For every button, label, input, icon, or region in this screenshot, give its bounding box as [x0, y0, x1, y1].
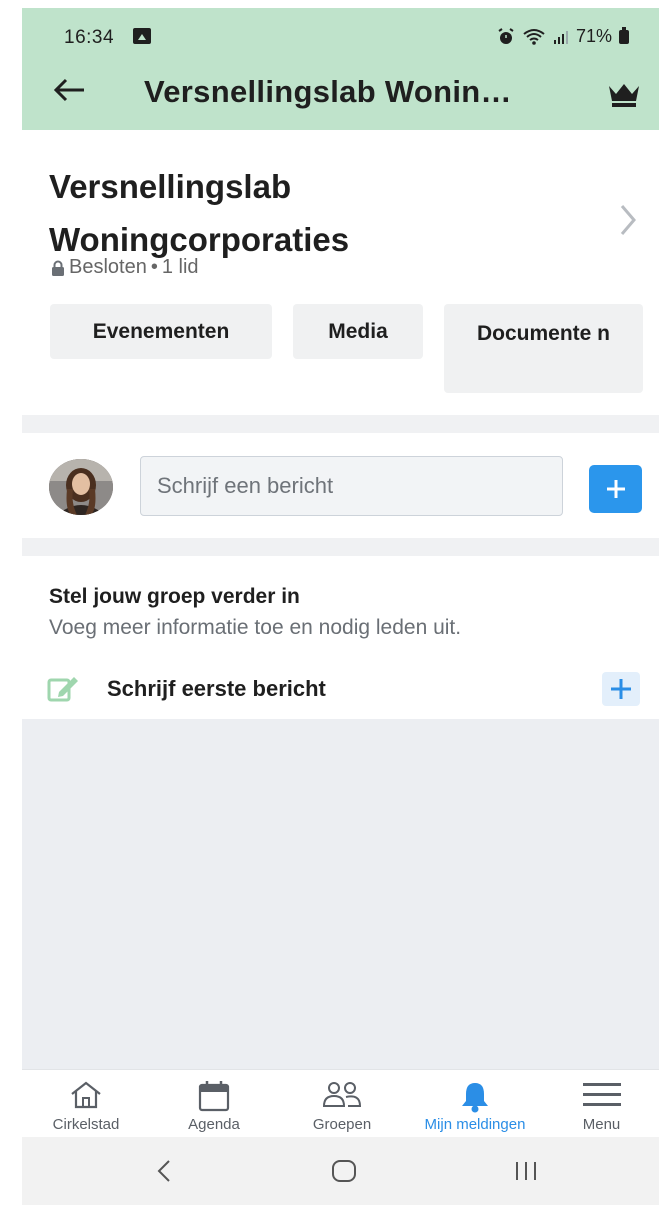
section-divider — [22, 538, 659, 556]
group-info: Versnellingslab Woningcorporaties Beslot… — [22, 130, 659, 415]
compose-input[interactable]: Schrijf een bericht — [140, 456, 563, 516]
nav-item-agenda[interactable]: Agenda — [150, 1070, 278, 1138]
nav-item-menu[interactable]: Menu — [544, 1070, 659, 1138]
group-members[interactable]: 1 lid — [162, 256, 199, 279]
section-divider — [22, 415, 659, 433]
group-meta: Besloten • 1 lid — [51, 256, 199, 279]
feed-empty-area — [22, 719, 659, 1069]
nav-label: Mijn meldingen — [424, 1116, 526, 1133]
status-bar: 16:34 71% — [22, 8, 659, 66]
chevron-right-icon[interactable] — [618, 202, 638, 238]
system-home-icon[interactable] — [330, 1153, 358, 1189]
add-post-button[interactable] — [589, 465, 642, 513]
top-bar: 16:34 71% Versnellingslab Wonin… — [22, 8, 659, 130]
system-nav-bar — [22, 1137, 659, 1205]
media-chip[interactable]: Media — [293, 304, 423, 359]
avatar[interactable] — [49, 459, 113, 515]
app-screen: 16:34 71% Versnellingslab Wonin… Versnel… — [22, 8, 659, 1205]
setup-subtitle: Voeg meer informatie toe en nodig leden … — [49, 616, 462, 639]
nav-label: Cirkelstad — [52, 1116, 120, 1133]
hamburger-icon — [582, 1083, 621, 1106]
image-icon — [133, 28, 151, 44]
nav-item-cirkelstad[interactable]: Cirkelstad — [22, 1070, 150, 1138]
compose-row: Schrijf een bericht — [22, 433, 659, 538]
home-icon — [71, 1081, 101, 1109]
battery-percent: 71% — [575, 26, 612, 46]
first-post-label: Schrijf eerste bericht — [107, 676, 326, 701]
status-time: 16:34 — [64, 27, 115, 48]
setup-section: Stel jouw groep verder in Voeg meer info… — [22, 556, 659, 719]
alarm-icon — [498, 27, 514, 44]
documents-chip[interactable]: Documente n — [444, 304, 643, 393]
bottom-nav: Cirkelstad Agenda Groepen Mijn meldingen… — [22, 1069, 659, 1137]
system-recents-icon[interactable] — [512, 1153, 540, 1189]
setup-title: Stel jouw groep verder in — [49, 585, 300, 608]
first-post-row[interactable]: Schrijf eerste bericht — [22, 660, 659, 716]
edit-icon — [47, 677, 78, 702]
group-name[interactable]: Versnellingslab Woningcorporaties — [49, 160, 569, 266]
events-chip[interactable]: Evenementen — [50, 304, 272, 359]
group-visibility: Besloten — [69, 256, 147, 278]
battery-icon — [619, 26, 629, 44]
nav-item-groepen[interactable]: Groepen — [278, 1070, 406, 1138]
bell-icon — [462, 1083, 488, 1113]
status-icons: 71% — [497, 26, 629, 47]
meta-separator: • — [150, 256, 158, 278]
add-first-post-button[interactable] — [602, 672, 640, 706]
signal-icon — [553, 30, 568, 44]
wifi-icon — [523, 28, 545, 45]
nav-label: Groepen — [312, 1116, 372, 1133]
crown-icon[interactable] — [606, 80, 642, 108]
nav-label: Menu — [582, 1116, 621, 1133]
nav-label: Agenda — [188, 1116, 240, 1133]
header-title: Versnellingslab Wonin… — [144, 74, 512, 109]
groups-icon — [322, 1082, 362, 1107]
nav-item-mijn-meldingen[interactable]: Mijn meldingen — [406, 1070, 544, 1138]
system-back-icon[interactable] — [154, 1153, 174, 1189]
arrow-left-icon[interactable] — [50, 74, 90, 106]
lock-icon — [52, 260, 64, 276]
avatar-photo — [49, 459, 113, 515]
calendar-icon — [198, 1081, 230, 1112]
